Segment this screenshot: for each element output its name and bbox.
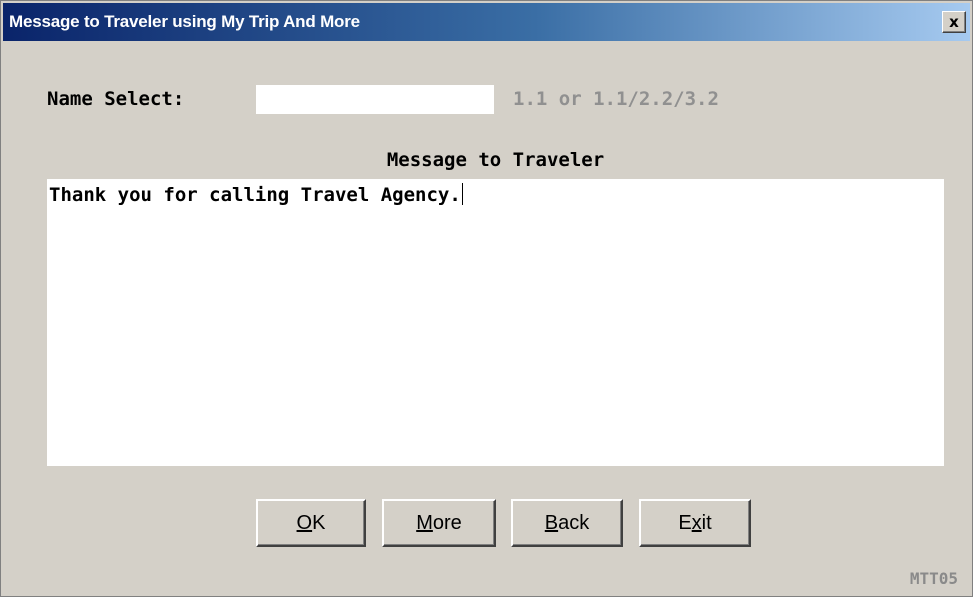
message-text: Thank you for calling Travel Agency. [49, 184, 461, 206]
more-button-mnemonic: M [416, 511, 433, 534]
exit-button[interactable]: Ex it [639, 499, 751, 547]
more-button-label-post: ore [432, 511, 462, 534]
screen-code: MTT05 [909, 569, 958, 588]
exit-button-label-post: it [701, 511, 712, 534]
dialog-window: Message to Traveler using My Trip And Mo… [0, 0, 973, 597]
close-icon: x [949, 13, 959, 31]
name-select-label: Name Select: [47, 88, 185, 110]
ok-button[interactable]: OK [256, 499, 366, 547]
back-button-mnemonic: B [544, 511, 559, 534]
exit-button-mnemonic: x [691, 511, 702, 534]
more-button[interactable]: More [382, 499, 496, 547]
back-button[interactable]: Back [511, 499, 623, 547]
message-textarea[interactable]: Thank you for calling Travel Agency. [47, 179, 944, 466]
title-bar[interactable]: Message to Traveler using My Trip And Mo… [3, 3, 970, 41]
window-title: Message to Traveler using My Trip And Mo… [9, 12, 360, 31]
back-button-label-post: ack [558, 511, 590, 534]
exit-button-label-pre: E [678, 511, 692, 534]
message-heading: Message to Traveler [386, 149, 605, 171]
name-select-hint: 1.1 or 1.1/2.2/3.2 [513, 88, 719, 110]
text-caret [461, 183, 463, 205]
ok-button-mnemonic: O [296, 511, 313, 534]
name-select-input[interactable] [256, 85, 494, 114]
close-button[interactable]: x [942, 11, 966, 33]
ok-button-label-post: K [312, 511, 326, 534]
